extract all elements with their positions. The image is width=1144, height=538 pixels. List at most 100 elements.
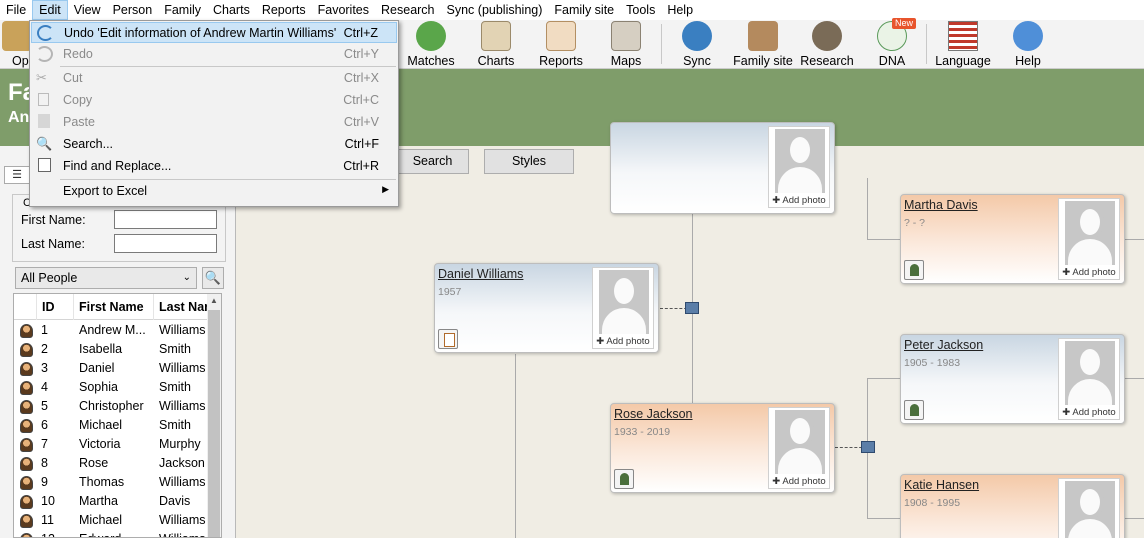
menu-charts[interactable]: Charts — [207, 0, 256, 20]
menu-family[interactable]: Family — [158, 0, 207, 20]
menu-item-search[interactable]: 🔍 Search... Ctrl+F — [31, 134, 397, 155]
menu-item-cut[interactable]: ✂ Cut Ctrl+X — [31, 68, 397, 89]
toolbar-help-button[interactable]: Help — [1000, 20, 1056, 69]
add-photo-link[interactable]: ✚ Add photo — [1059, 267, 1119, 278]
person-card-rose-jackson[interactable]: Rose Jackson 1933 - 2019 ✚ Add photo — [610, 403, 835, 493]
person-card-peter-jackson[interactable]: Peter Jackson 1905 - 1983 ✚ Add photo — [900, 334, 1125, 424]
toolbar-open-button[interactable]: Op — [2, 20, 32, 69]
table-row[interactable]: 6 Michael Smith — [14, 416, 209, 435]
person-name[interactable]: Peter Jackson — [904, 338, 983, 352]
tombstone-icon[interactable] — [614, 469, 634, 489]
toolbar-charts-button[interactable]: Charts — [468, 20, 524, 69]
toolbar-research-button[interactable]: Research — [798, 20, 856, 69]
menu-family-site[interactable]: Family site — [548, 0, 620, 20]
people-filter-dropdown[interactable]: All People ⌄ — [15, 267, 197, 289]
photo-placeholder[interactable]: ✚ Add photo — [768, 407, 830, 489]
search-tab-button[interactable]: Search — [396, 149, 469, 174]
person-card-top[interactable]: ✚ Add photo — [610, 122, 835, 214]
styles-tab-button[interactable]: Styles — [484, 149, 574, 174]
people-table-scrollbar[interactable]: ▲ — [207, 294, 221, 537]
person-name[interactable]: Katie Hansen — [904, 478, 979, 492]
banner-subtitle: An — [8, 109, 30, 126]
scroll-up-arrow-icon[interactable]: ▲ — [207, 294, 221, 308]
person-name[interactable]: Daniel Williams — [438, 267, 523, 281]
last-name-field[interactable] — [114, 234, 217, 253]
menu-favorites[interactable]: Favorites — [312, 0, 375, 20]
table-row[interactable]: 4 Sophia Smith — [14, 378, 209, 397]
dna-icon: New — [877, 18, 916, 51]
table-row[interactable]: 5 Christopher Williams — [14, 397, 209, 416]
table-row[interactable]: 2 Isabella Smith — [14, 340, 209, 359]
tombstone-icon[interactable] — [904, 260, 924, 280]
table-row[interactable]: 9 Thomas Williams — [14, 473, 209, 492]
menu-item-label: Redo — [63, 47, 93, 61]
toolbar-language-button[interactable]: Language — [932, 20, 994, 69]
first-name-field[interactable] — [114, 210, 217, 229]
tombstone-icon[interactable] — [904, 400, 924, 420]
add-photo-label: Add photo — [782, 195, 826, 206]
family-marker-icon[interactable] — [685, 302, 699, 314]
tree-connector-line — [1124, 518, 1144, 519]
person-card-katie-hansen[interactable]: Katie Hansen 1908 - 1995 — [900, 474, 1125, 538]
toolbar-maps-button[interactable]: Maps — [598, 20, 654, 69]
person-card-martha-davis[interactable]: Martha Davis ? - ? ✚ Add photo — [900, 194, 1125, 284]
person-dates: 1905 - 1983 — [904, 357, 961, 369]
menu-edit[interactable]: Edit — [32, 0, 68, 20]
table-row[interactable]: 3 Daniel Williams — [14, 359, 209, 378]
menu-item-paste[interactable]: Paste Ctrl+V — [31, 112, 397, 133]
table-row[interactable]: 1 Andrew M... Williams — [14, 321, 209, 340]
menu-view[interactable]: View — [68, 0, 107, 20]
menu-item-export-excel[interactable]: Export to Excel ▶ — [31, 181, 397, 202]
menu-tools[interactable]: Tools — [620, 0, 661, 20]
column-header-last-name[interactable]: Last Nar — [154, 294, 209, 320]
family-marker-icon[interactable] — [861, 441, 875, 453]
toolbar-sync-button[interactable]: Sync — [670, 20, 724, 69]
menu-sync[interactable]: Sync (publishing) — [441, 0, 549, 20]
menu-file[interactable]: File — [0, 0, 32, 20]
photo-placeholder[interactable]: ✚ Add photo — [1058, 338, 1120, 420]
add-photo-link[interactable]: ✚ Add photo — [769, 476, 829, 487]
toolbar-matches-button[interactable]: Matches — [402, 20, 460, 69]
person-name[interactable]: Rose Jackson — [614, 407, 693, 421]
add-photo-link[interactable]: ✚ Add photo — [1059, 407, 1119, 418]
table-row[interactable]: 7 Victoria Murphy — [14, 435, 209, 454]
menu-item-label: Export to Excel — [63, 184, 148, 198]
menu-person[interactable]: Person — [107, 0, 159, 20]
index-view-toggle-icon[interactable]: ☰ — [4, 166, 30, 184]
cell-last-name: Williams — [159, 399, 206, 413]
cell-first-name: Christopher — [79, 399, 144, 413]
menu-help[interactable]: Help — [661, 0, 699, 20]
menu-item-find-replace[interactable]: Find and Replace... Ctrl+R — [31, 156, 397, 177]
person-name[interactable]: Martha Davis — [904, 198, 978, 212]
person-card-daniel-williams[interactable]: Daniel Williams 1957 ✚ Add photo — [434, 263, 659, 353]
add-photo-label: Add photo — [606, 336, 650, 347]
menu-item-copy[interactable]: Copy Ctrl+C — [31, 90, 397, 111]
column-header-id[interactable]: ID — [37, 294, 74, 320]
toolbar-family-site-button[interactable]: Family site — [730, 20, 796, 69]
table-row[interactable]: 12 Edward Williams — [14, 530, 209, 537]
photo-placeholder[interactable] — [1058, 478, 1120, 538]
scrollbar-thumb[interactable] — [208, 310, 220, 537]
column-header-first-name[interactable]: First Name — [74, 294, 154, 320]
photo-placeholder[interactable]: ✚ Add photo — [1058, 198, 1120, 280]
menu-bar: File Edit View Person Family Charts Repo… — [0, 0, 1144, 20]
toolbar-reports-button[interactable]: Reports — [532, 20, 590, 69]
cell-id: 12 — [41, 530, 74, 537]
photo-placeholder[interactable]: ✚ Add photo — [592, 267, 654, 349]
table-row[interactable]: 8 Rose Jackson — [14, 454, 209, 473]
menu-item-shortcut: Ctrl+Z — [343, 26, 378, 40]
cell-id: 9 — [41, 475, 48, 489]
menu-research[interactable]: Research — [375, 0, 441, 20]
table-row[interactable]: 10 Martha Davis — [14, 492, 209, 511]
table-row[interactable]: 11 Michael Williams — [14, 511, 209, 530]
notes-icon[interactable] — [438, 329, 458, 349]
people-table-header: ID First Name Last Nar — [14, 294, 209, 320]
toolbar-dna-button[interactable]: New DNA — [864, 18, 920, 69]
menu-item-redo[interactable]: Redo Ctrl+Y — [31, 44, 397, 65]
people-search-button[interactable]: 🔍 — [202, 267, 224, 289]
menu-reports[interactable]: Reports — [256, 0, 312, 20]
add-photo-link[interactable]: ✚ Add photo — [769, 195, 829, 206]
add-photo-link[interactable]: ✚ Add photo — [593, 336, 653, 347]
menu-item-undo[interactable]: Undo 'Edit information of Andrew Martin … — [31, 22, 397, 43]
photo-placeholder[interactable]: ✚ Add photo — [768, 126, 830, 208]
